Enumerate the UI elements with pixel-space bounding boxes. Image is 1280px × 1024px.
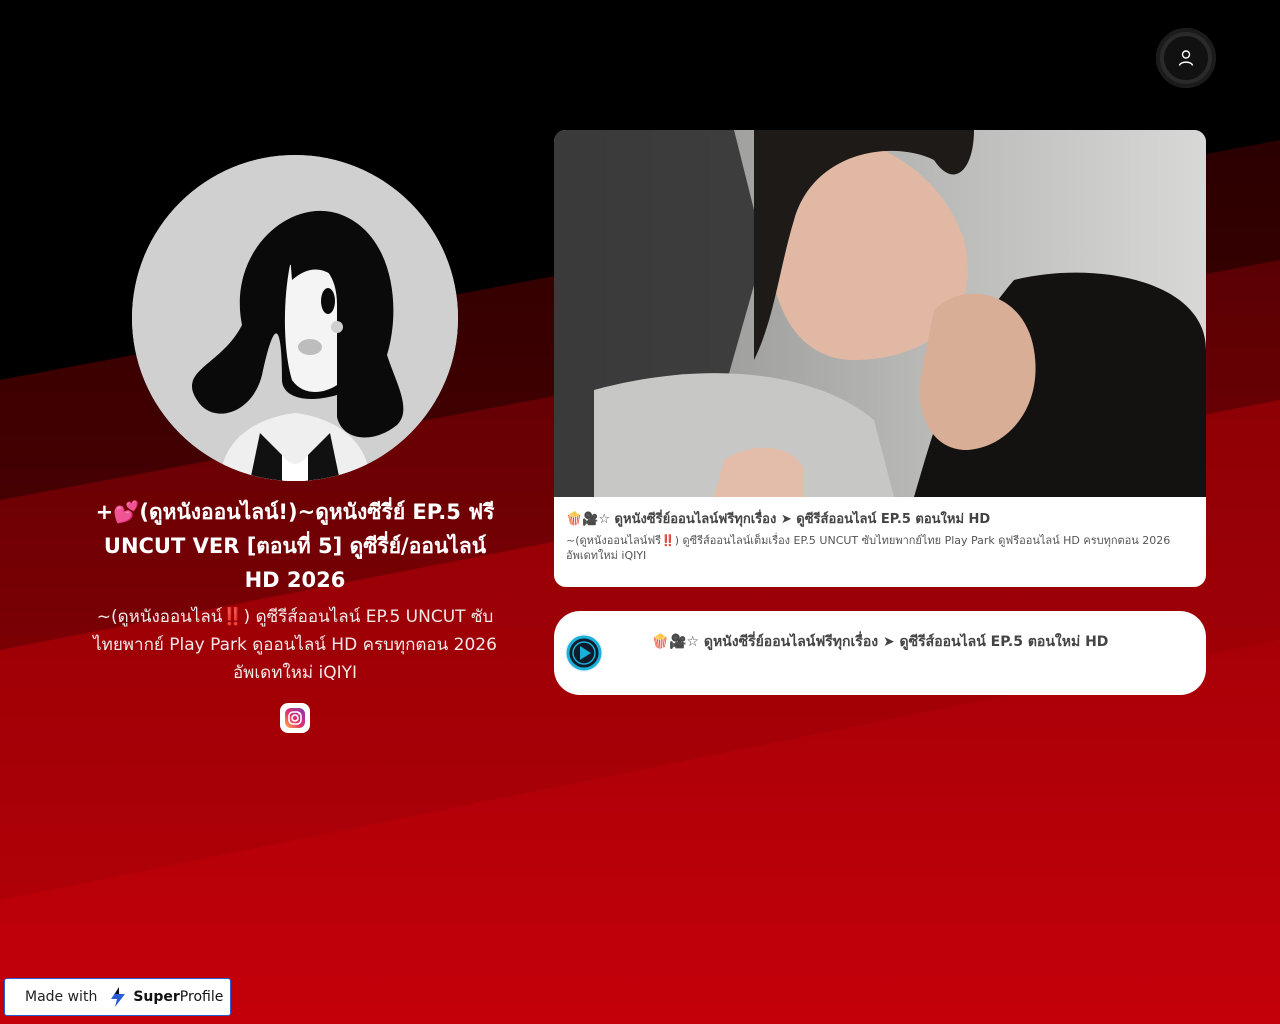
- profile-section: +💕(ดูหนังออนไลน์!)~ดูหนังซีรี่ย์ EP.5 ฟร…: [90, 155, 500, 733]
- page-title: +💕(ดูหนังออนไลน์!)~ดูหนังซีรี่ย์ EP.5 ฟร…: [95, 500, 495, 592]
- instagram-icon: [285, 708, 305, 728]
- avatar: [132, 155, 458, 481]
- superprofile-logo: SuperProfile: [107, 986, 223, 1008]
- instagram-link[interactable]: [280, 703, 310, 733]
- superprofile-bolt-icon: [111, 987, 126, 1007]
- made-with-superprofile-badge[interactable]: Made with SuperProfile: [4, 978, 231, 1016]
- play-icon: [565, 634, 603, 672]
- video-link-button[interactable]: 🍿🎥☆ ดูหนังซีรี่ย์ออนไลน์ฟรีทุกเรื่อง ➤ ด…: [554, 611, 1206, 695]
- card-caption-subtitle: ~(ดูหนังออนไลน์ฟรี‼️) ดูซีรีส์ออนไลน์เต็…: [566, 534, 1171, 562]
- brand-rest: Profile: [179, 989, 224, 1005]
- user-account-button[interactable]: [1156, 28, 1216, 88]
- user-icon: [1178, 50, 1194, 66]
- brand-bold: Super: [133, 989, 180, 1005]
- card-caption-title: 🍿🎥☆ ดูหนังซีรี่ย์ออนไลน์ฟรีทุกเรื่อง ➤ ด…: [566, 512, 991, 527]
- featured-image: [554, 130, 1206, 497]
- profile-description: ~(ดูหนังออนไลน์‼️) ดูซีรีส์ออนไลน์ EP.5 …: [93, 607, 497, 683]
- video-link-label: 🍿🎥☆ ดูหนังซีรี่ย์ออนไลน์ฟรีทุกเรื่อง ➤ ด…: [651, 634, 1109, 650]
- made-with-label: Made with: [25, 989, 98, 1005]
- featured-link-card[interactable]: 🍿🎥☆ ดูหนังซีรี่ย์ออนไลน์ฟรีทุกเรื่อง ➤ ด…: [554, 130, 1206, 587]
